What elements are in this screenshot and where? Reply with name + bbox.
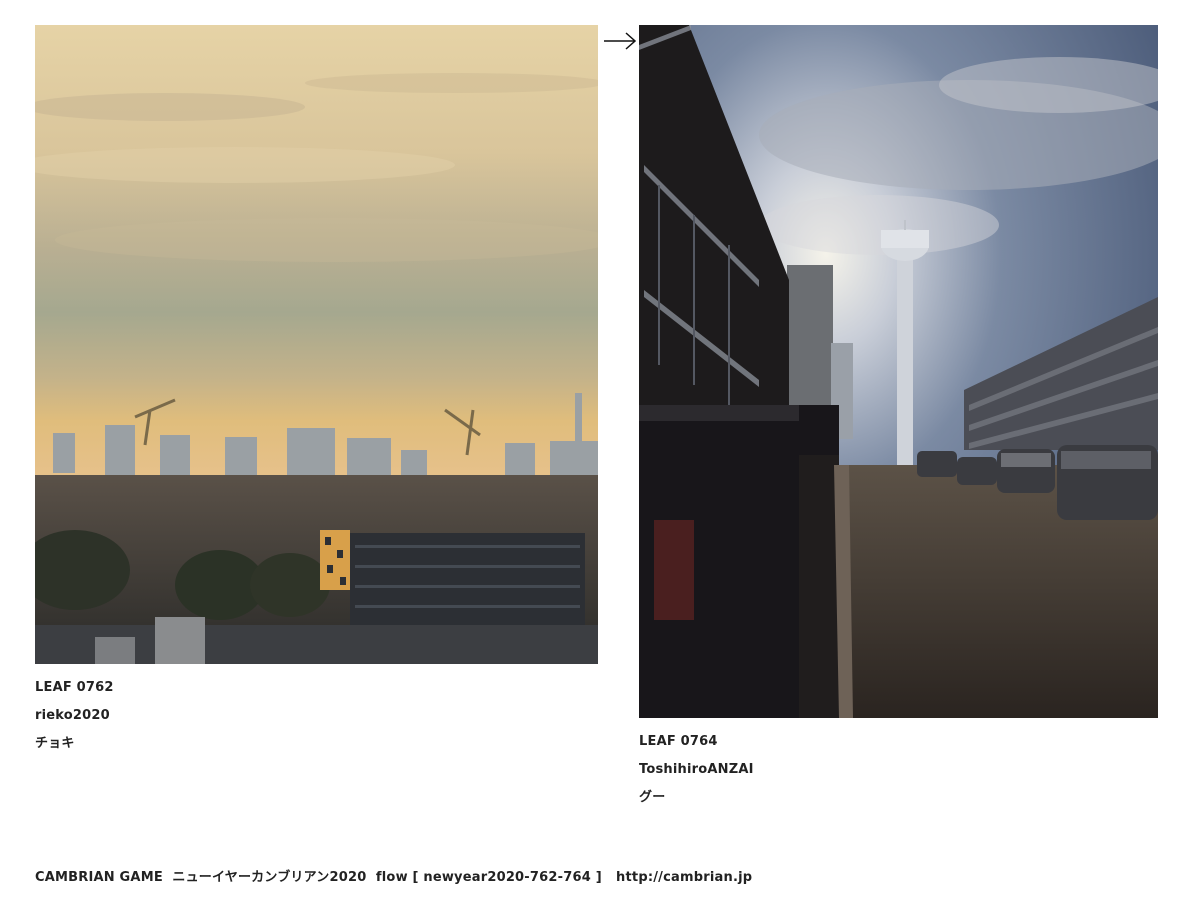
leaf-move: グー: [639, 790, 666, 805]
leaf-id[interactable]: LEAF 0762: [35, 674, 114, 702]
game-name[interactable]: CAMBRIAN GAME: [35, 870, 163, 885]
leaf-author[interactable]: ToshihiroANZAI: [639, 756, 754, 784]
event-name[interactable]: ニューイヤーカンブリアン2020: [172, 870, 366, 885]
site-url-link[interactable]: http://cambrian.jp: [616, 870, 752, 885]
leaf-move: チョキ: [35, 736, 75, 751]
leaf-id[interactable]: LEAF 0764: [639, 728, 754, 756]
water-tower-photo: [639, 25, 1158, 718]
right-arrow-icon: [603, 31, 637, 51]
leaf-author[interactable]: rieko2020: [35, 702, 114, 730]
cambrian-flow-page: LEAF 0762 rieko2020 チョキ LEAF 0764 Toshih…: [0, 0, 1193, 900]
leaf-photo-right[interactable]: [639, 25, 1158, 718]
leaf-caption-right: LEAF 0764 ToshihiroANZAI グー: [639, 728, 754, 812]
footer: CAMBRIAN GAME ニューイヤーカンブリアン2020 flow [ ne…: [35, 866, 752, 885]
leaf-caption-left: LEAF 0762 rieko2020 チョキ: [35, 674, 114, 758]
leaf-photo-left[interactable]: [35, 25, 598, 664]
skyline-photo: [35, 25, 598, 664]
flow-label: flow [ newyear2020-762-764 ]: [375, 870, 602, 885]
